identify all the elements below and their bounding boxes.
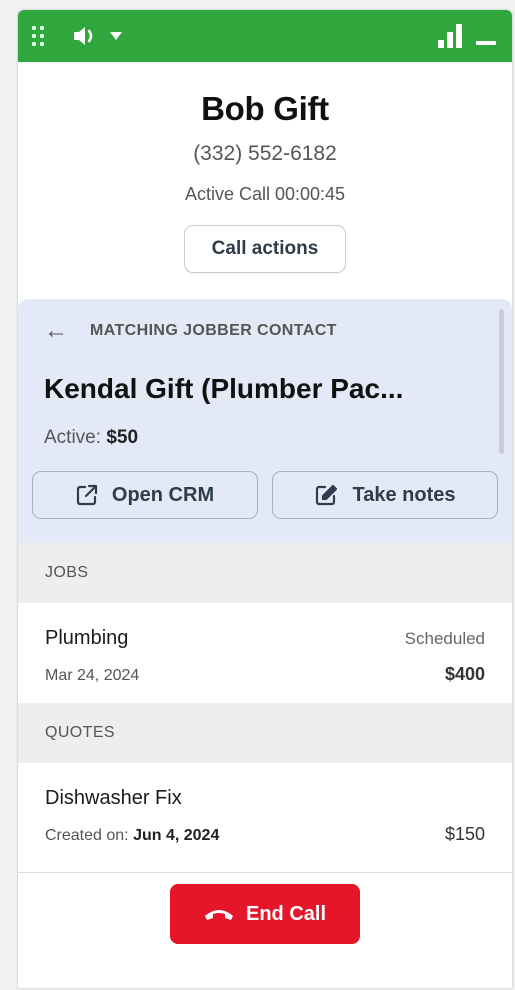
list-item[interactable]: Dishwasher Fix Created on: Jun 4, 2024 $… bbox=[18, 763, 512, 863]
job-amount: $400 bbox=[444, 664, 485, 684]
dialer-widget: Bob Gift (332) 552-6182 Active Call 00:0… bbox=[18, 10, 512, 988]
quote-amount: $150 bbox=[444, 824, 485, 844]
end-call-label: End Call bbox=[245, 902, 326, 925]
external-link-icon bbox=[76, 484, 97, 506]
divider bbox=[18, 872, 512, 873]
drag-handle-icon[interactable] bbox=[32, 26, 44, 46]
call-actions-button[interactable]: Call actions bbox=[184, 225, 346, 273]
job-title: Plumbing bbox=[45, 627, 129, 649]
end-call-button[interactable]: End Call bbox=[170, 884, 360, 944]
balance-value: $50 bbox=[106, 427, 139, 448]
jobs-header: JOBS bbox=[18, 543, 512, 603]
quote-created-label: Created on: bbox=[45, 827, 129, 844]
signal-icon bbox=[438, 24, 462, 48]
speaker-menu[interactable] bbox=[72, 25, 122, 47]
contact-balance: Active: $50 bbox=[32, 427, 498, 449]
contact-buttons: Open CRM Take notes bbox=[32, 471, 498, 519]
quotes-header: QUOTES bbox=[18, 703, 512, 763]
open-crm-label: Open CRM bbox=[111, 483, 215, 506]
take-notes-button[interactable]: Take notes bbox=[272, 471, 498, 519]
quote-created: Created on: Jun 4, 2024 bbox=[45, 827, 219, 845]
phone-hangup-icon bbox=[204, 910, 233, 920]
minimize-icon[interactable] bbox=[476, 41, 496, 45]
caller-phone: (332) 552-6182 bbox=[193, 142, 337, 165]
speaker-icon bbox=[74, 27, 93, 45]
edit-icon bbox=[315, 484, 337, 506]
contact-section-label: MATCHING JOBBER CONTACT bbox=[90, 322, 337, 339]
matching-contact-card: ← MATCHING JOBBER CONTACT Kendal Gift (P… bbox=[18, 299, 512, 543]
caret-down-icon bbox=[110, 32, 122, 40]
caller-header: Bob Gift (332) 552-6182 Active Call 00:0… bbox=[18, 62, 512, 273]
quote-title: Dishwasher Fix bbox=[45, 787, 182, 809]
job-status: Scheduled bbox=[404, 629, 485, 648]
job-date: Mar 24, 2024 bbox=[45, 667, 140, 684]
contact-name: Kendal Gift (Plumber Pac... bbox=[44, 373, 404, 404]
back-arrow-icon[interactable]: ← bbox=[44, 319, 68, 343]
caller-name: Bob Gift bbox=[201, 90, 329, 127]
take-notes-label: Take notes bbox=[352, 483, 456, 506]
quote-created-date: Jun 4, 2024 bbox=[133, 827, 220, 844]
scrollbar-thumb[interactable] bbox=[499, 309, 504, 454]
call-status: Active Call 00:00:45 bbox=[184, 184, 346, 204]
title-bar bbox=[18, 10, 512, 62]
list-item[interactable]: Plumbing Scheduled Mar 24, 2024 $400 bbox=[18, 603, 512, 703]
open-crm-button[interactable]: Open CRM bbox=[32, 471, 258, 519]
contact-header: ← MATCHING JOBBER CONTACT bbox=[32, 319, 498, 343]
balance-label: Active: bbox=[44, 427, 102, 448]
